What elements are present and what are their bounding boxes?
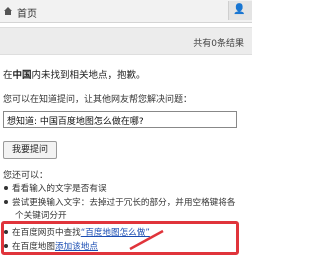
tip-item: 看看输入的文字是否有误 xyxy=(3,182,107,194)
tips-title: 您还可以： xyxy=(3,171,49,181)
question-input[interactable]: 想知道: 中国百度地图怎么做在哪? xyxy=(3,111,237,128)
user-icon: 👤 xyxy=(233,4,246,15)
result-count: 共有0条结果 xyxy=(193,39,244,49)
highlight-annotation-box xyxy=(1,221,239,255)
home-icon[interactable] xyxy=(3,6,13,16)
message-suffix: 内未找到相关地点，抱歉。 xyxy=(31,70,146,81)
bullet-icon xyxy=(4,200,8,204)
top-bar: 首页 👤 xyxy=(0,0,252,23)
bullet-icon xyxy=(4,186,8,190)
message-prefix: 在 xyxy=(3,70,13,81)
tip-text: 尝试更换输入文字：去掉过于冗长的部分，并用空格键将各 xyxy=(12,198,236,208)
no-result-message: 在中国内未找到相关地点，抱歉。 xyxy=(3,67,146,81)
user-button[interactable]: 👤 xyxy=(228,1,252,20)
result-count-bar: 共有0条结果 xyxy=(0,27,252,55)
searched-place: 中国 xyxy=(12,70,32,81)
home-link[interactable]: 首页 xyxy=(17,5,37,20)
ask-question-button[interactable]: 我要提问 xyxy=(3,141,57,159)
tip-text: 看看输入的文字是否有误 xyxy=(12,184,107,194)
tip-item: 尝试更换输入文字：去掉过于冗长的部分，并用空格键将各 xyxy=(3,196,235,208)
ask-prompt: 您可以在知道提问，让其他网友帮您解决问题： xyxy=(3,95,193,105)
tip-text-continued: 个关键词分开 xyxy=(15,211,67,221)
